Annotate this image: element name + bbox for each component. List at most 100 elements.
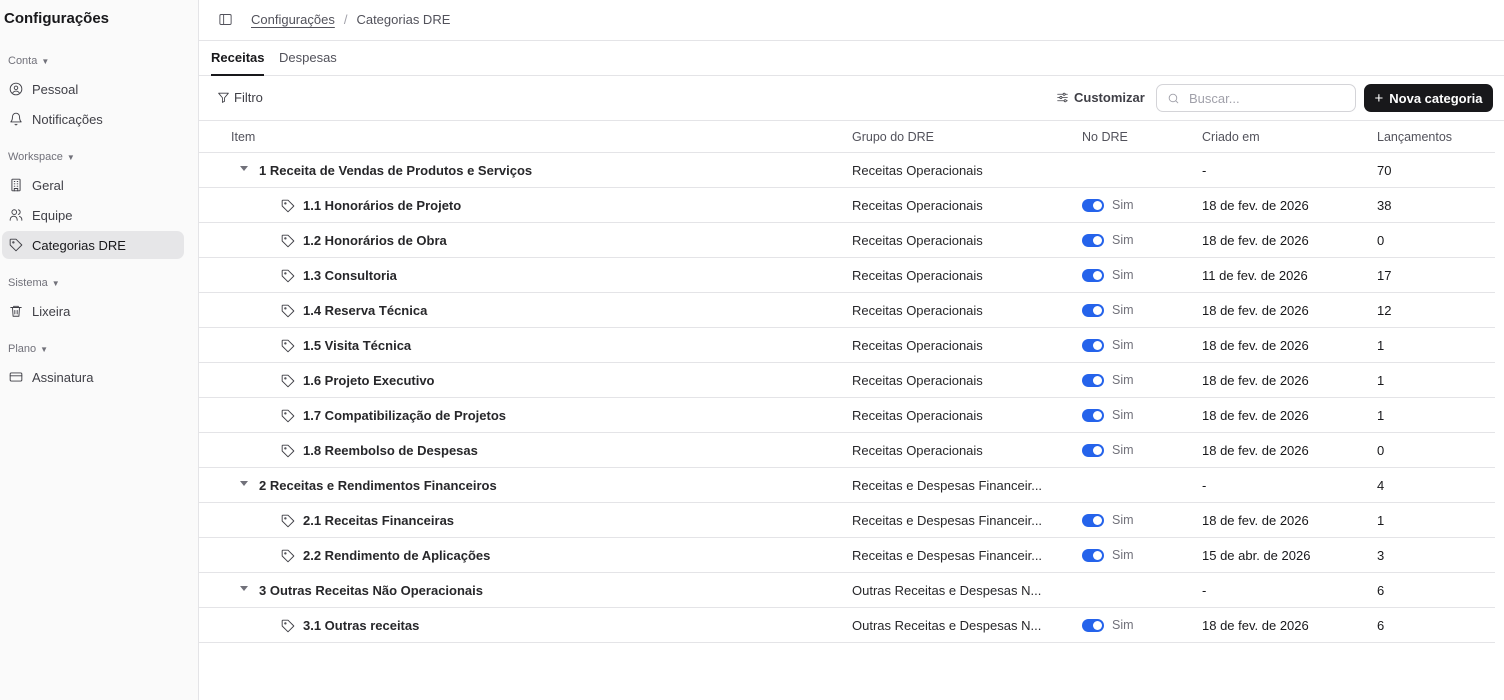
in-dre-toggle[interactable]	[1082, 199, 1104, 212]
in-dre-label: Sim	[1112, 443, 1134, 457]
table-body: 1 Receita de Vendas de Produtos e Serviç…	[199, 153, 1495, 643]
table-group-row[interactable]: 3 Outras Receitas Não Operacionais Outras…	[199, 573, 1495, 608]
in-dre-toggle[interactable]	[1082, 549, 1104, 562]
sidebar-item-equipe[interactable]: Equipe	[2, 201, 184, 229]
breadcrumb-separator: /	[343, 12, 348, 27]
table-row[interactable]: 1.5 Visita Técnica Receitas Operacionais S…	[199, 328, 1495, 363]
row-count: 6	[1377, 618, 1385, 633]
row-count: 0	[1377, 233, 1385, 248]
column-header-group[interactable]: Grupo do DRE	[852, 130, 934, 144]
breadcrumb-link-configuracoes[interactable]: Configurações	[251, 12, 335, 27]
bell-icon	[9, 112, 23, 126]
table-row[interactable]: 1.1 Honorários de Projeto Receitas Operac…	[199, 188, 1495, 223]
row-count: 1	[1377, 338, 1385, 353]
table-header: Item Grupo do DRE No DRE Criado em Lança…	[199, 121, 1495, 153]
plus-icon: +	[1374, 89, 1384, 107]
table-row[interactable]: 3.1 Outras receitas Outras Receitas e Des…	[199, 608, 1495, 643]
sidebar-item-pessoal[interactable]: Pessoal	[2, 75, 184, 103]
in-dre-toggle[interactable]	[1082, 619, 1104, 632]
sidebar-group-plano[interactable]: Plano ▼	[8, 343, 48, 355]
column-header-in-dre[interactable]: No DRE	[1082, 130, 1128, 144]
sidebar-group-sistema[interactable]: Sistema ▼	[8, 277, 60, 289]
column-header-count[interactable]: Lançamentos	[1377, 130, 1452, 144]
row-group: Receitas Operacionais	[852, 373, 983, 388]
sidebar-item-geral[interactable]: Geral	[2, 171, 184, 199]
filter-button[interactable]: Filtro	[217, 90, 263, 105]
breadcrumb-current: Categorias DRE	[356, 12, 451, 27]
chevron-down-icon[interactable]	[240, 586, 248, 591]
chevron-down-icon[interactable]	[240, 481, 248, 486]
sidebar-item-notificacoes[interactable]: Notificações	[2, 105, 184, 133]
row-count: 4	[1377, 478, 1385, 493]
row-group: Receitas e Despesas Financeir...	[852, 548, 1043, 563]
search-box[interactable]	[1156, 84, 1356, 112]
tag-icon	[9, 238, 23, 252]
in-dre-toggle[interactable]	[1082, 269, 1104, 282]
row-count: 6	[1377, 583, 1385, 598]
sidebar-group-workspace[interactable]: Workspace ▼	[8, 151, 75, 163]
row-count: 3	[1377, 548, 1385, 563]
table-group-row[interactable]: 2 Receitas e Rendimentos Financeiros Rece…	[199, 468, 1495, 503]
row-group: Receitas Operacionais	[852, 233, 983, 248]
row-name: 1.3 Consultoria	[303, 268, 397, 283]
in-dre-toggle[interactable]	[1082, 514, 1104, 527]
chevron-down-icon[interactable]	[240, 166, 248, 171]
sidebar-item-categorias-dre[interactable]: Categorias DRE	[2, 231, 184, 259]
in-dre-toggle[interactable]	[1082, 339, 1104, 352]
row-name: 2.1 Receitas Financeiras	[303, 513, 455, 528]
in-dre-label: Sim	[1112, 233, 1134, 247]
table-row[interactable]: 1.6 Projeto Executivo Receitas Operaciona…	[199, 363, 1495, 398]
row-count: 1	[1377, 373, 1385, 388]
in-dre-label: Sim	[1112, 338, 1134, 352]
table-group-row[interactable]: 1 Receita de Vendas de Produtos e Serviç…	[199, 153, 1495, 188]
table-row[interactable]: 1.8 Reembolso de Despesas Receitas Operac…	[199, 433, 1495, 468]
row-created: -	[1202, 478, 1207, 493]
tag-icon	[281, 304, 295, 318]
in-dre-toggle[interactable]	[1082, 304, 1104, 317]
row-created: 18 de fev. de 2026	[1202, 198, 1309, 213]
tab-despesas[interactable]: Despesas	[279, 50, 337, 76]
sidebar-group-conta[interactable]: Conta ▼	[8, 55, 49, 67]
sidebar-group-label: Conta	[8, 55, 38, 67]
row-name: 2 Receitas e Rendimentos Financeiros	[259, 478, 497, 493]
table-row[interactable]: 1.3 Consultoria Receitas Operacionais Sim 1…	[199, 258, 1495, 293]
column-header-item[interactable]: Item	[231, 130, 255, 144]
sidebar-item-lixeira[interactable]: Lixeira	[2, 297, 184, 325]
in-dre-toggle[interactable]	[1082, 234, 1104, 247]
row-name: 1.6 Projeto Executivo	[303, 373, 435, 388]
row-created: 18 de fev. de 2026	[1202, 233, 1309, 248]
tag-icon	[281, 199, 295, 213]
new-category-button[interactable]: + Nova categoria	[1364, 84, 1493, 112]
row-group: Receitas Operacionais	[852, 408, 983, 423]
sidebar-item-assinatura[interactable]: Assinatura	[2, 363, 184, 391]
building-icon	[9, 178, 23, 192]
sidebar-item-label: Pessoal	[32, 81, 79, 97]
row-name: 1 Receita de Vendas de Produtos e Serviç…	[259, 163, 533, 178]
column-header-created[interactable]: Criado em	[1202, 130, 1260, 144]
table-row[interactable]: 2.2 Rendimento de Aplicações Receitas e D…	[199, 538, 1495, 573]
row-name: 1.2 Honorários de Obra	[303, 233, 447, 248]
caret-down-icon: ▼	[66, 152, 75, 162]
table-row[interactable]: 1.7 Compatibilização de Projetos Receitas…	[199, 398, 1495, 433]
trash-icon	[9, 304, 23, 318]
row-group: Receitas e Despesas Financeir...	[852, 478, 1043, 493]
search-input[interactable]	[1189, 90, 1349, 106]
row-created: 18 de fev. de 2026	[1202, 338, 1309, 353]
customize-button[interactable]: Customizar	[1056, 90, 1145, 105]
row-group: Receitas Operacionais	[852, 163, 983, 178]
panel-toggle-icon[interactable]	[218, 12, 233, 27]
table-row[interactable]: 1.2 Honorários de Obra Receitas Operacion…	[199, 223, 1495, 258]
in-dre-toggle[interactable]	[1082, 374, 1104, 387]
caret-down-icon: ▼	[41, 56, 50, 66]
row-count: 1	[1377, 513, 1385, 528]
table-row[interactable]: 1.4 Reserva Técnica Receitas Operacionais…	[199, 293, 1495, 328]
row-name: 1.5 Visita Técnica	[303, 338, 412, 353]
in-dre-toggle[interactable]	[1082, 409, 1104, 422]
table-row[interactable]: 2.1 Receitas Financeiras Receitas e Despe…	[199, 503, 1495, 538]
row-count: 38	[1377, 198, 1392, 213]
row-group: Receitas e Despesas Financeir...	[852, 513, 1043, 528]
in-dre-toggle[interactable]	[1082, 444, 1104, 457]
row-created: 15 de abr. de 2026	[1202, 548, 1311, 563]
tab-receitas[interactable]: Receitas	[211, 50, 265, 76]
tag-icon	[281, 549, 295, 563]
